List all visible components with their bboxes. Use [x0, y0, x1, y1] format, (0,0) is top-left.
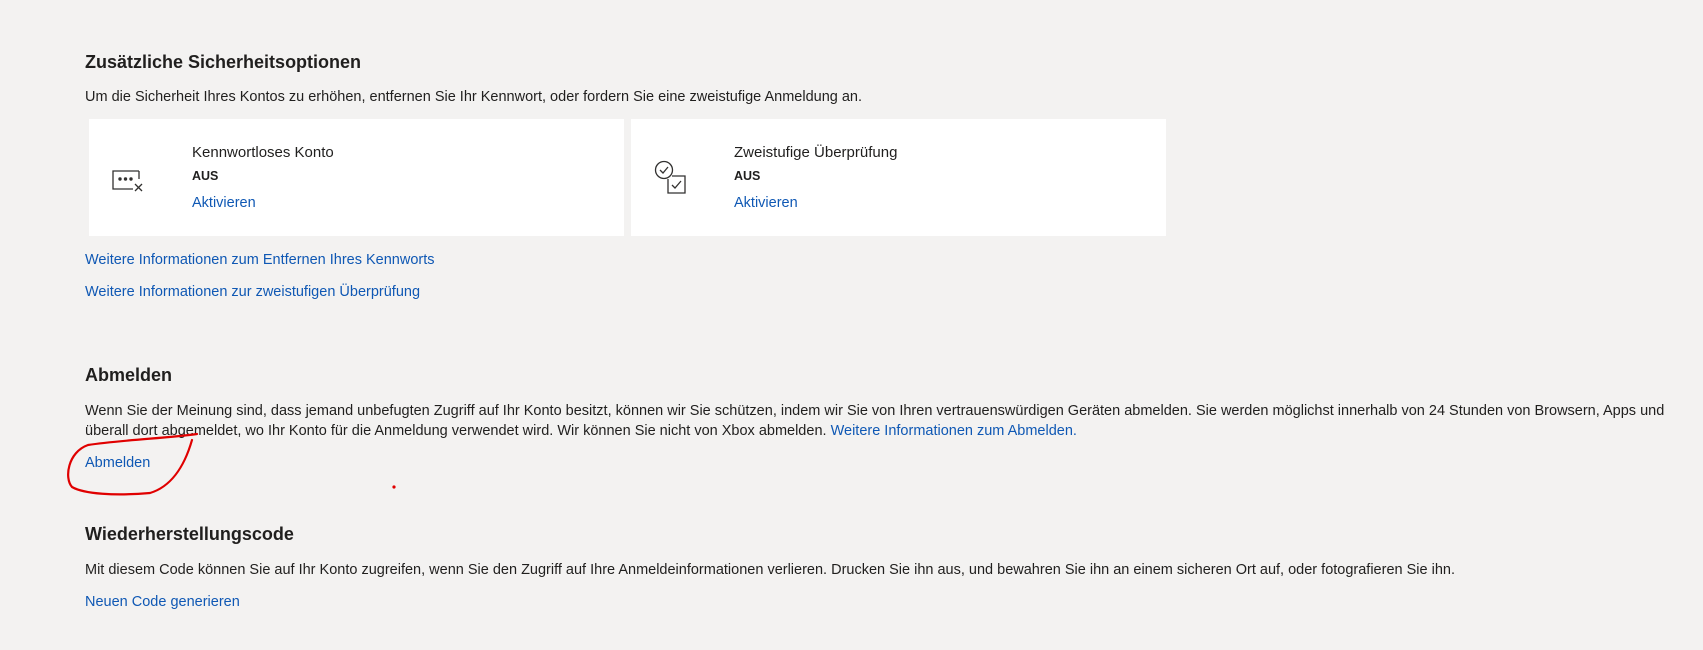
sign-out-info-link[interactable]: Weitere Informationen zum Abmelden. — [831, 423, 1077, 439]
generate-new-code-link[interactable]: Neuen Code generieren — [85, 592, 240, 612]
security-options-description: Um die Sicherheit Ihres Kontos zu erhöhe… — [85, 89, 863, 105]
sign-out-description: Wenn Sie der Meinung sind, dass jemand u… — [85, 401, 1685, 441]
recovery-code-description: Mit diesem Code können Sie auf Ihr Konto… — [85, 562, 1455, 578]
recovery-code-title: Wiederherstellungscode — [85, 524, 294, 544]
two-step-card-title: Zweistufige Überprüfung — [734, 144, 898, 161]
two-step-verification-icon — [651, 157, 691, 197]
two-step-verification-card: Zweistufige Überprüfung AUS Aktivieren — [631, 119, 1166, 236]
account-security-page: Zusätzliche Sicherheitsoptionen Um die S… — [0, 0, 1703, 650]
passwordless-card-title: Kennwortloses Konto — [192, 144, 334, 161]
remove-password-info-link[interactable]: Weitere Informationen zum Entfernen Ihre… — [85, 250, 435, 270]
security-options-title: Zusätzliche Sicherheitsoptionen — [85, 52, 362, 72]
two-step-info-link[interactable]: Weitere Informationen zur zweistufigen Ü… — [85, 282, 420, 302]
passwordless-icon — [109, 157, 149, 197]
two-step-activate-link[interactable]: Aktivieren — [734, 193, 798, 213]
two-step-status: AUS — [734, 169, 761, 183]
passwordless-activate-link[interactable]: Aktivieren — [192, 193, 256, 213]
passwordless-account-card: Kennwortloses Konto AUS Aktivieren — [89, 119, 624, 236]
red-dot-annotation — [392, 485, 396, 489]
sign-out-link[interactable]: Abmelden — [85, 453, 150, 473]
sign-out-title: Abmelden — [85, 365, 173, 385]
passwordless-status: AUS — [192, 169, 219, 183]
